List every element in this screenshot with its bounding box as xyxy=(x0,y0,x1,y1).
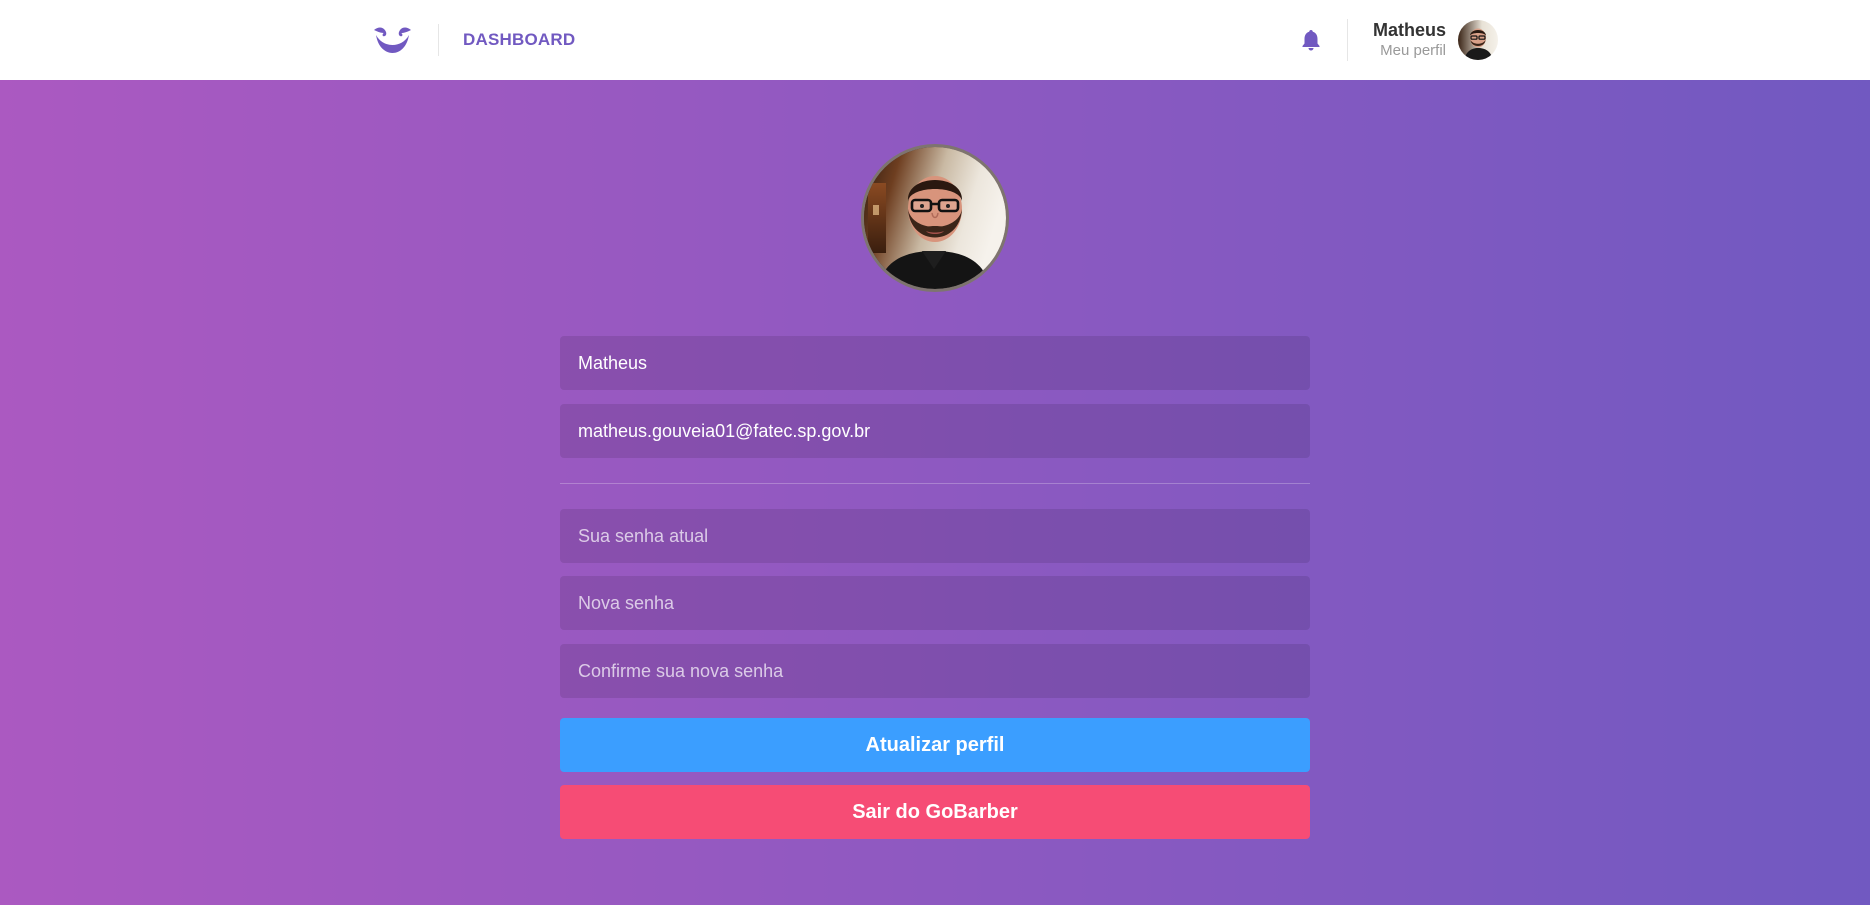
my-profile-link[interactable]: Meu perfil xyxy=(1373,41,1446,61)
profile-avatar-image xyxy=(864,147,1006,289)
update-profile-button[interactable]: Atualizar perfil xyxy=(560,718,1310,772)
profile-name: Matheus xyxy=(1372,20,1446,40)
header-avatar[interactable] xyxy=(1458,20,1498,60)
header-right-nav: Matheus Meu perfil xyxy=(1301,19,1498,61)
nav-divider xyxy=(438,24,439,56)
current-password-input[interactable] xyxy=(560,509,1310,563)
form-separator xyxy=(560,483,1310,484)
logout-button[interactable]: Sair do GoBarber xyxy=(560,785,1310,839)
profile-avatar-upload[interactable] xyxy=(861,144,1009,292)
bell-icon[interactable] xyxy=(1301,29,1321,51)
header-profile[interactable]: Matheus Meu perfil xyxy=(1373,19,1498,61)
header-container: DASHBOARD Matheus Meu perfil xyxy=(372,0,1498,80)
top-header: DASHBOARD Matheus Meu perfil xyxy=(0,0,1870,80)
dashboard-link[interactable]: DASHBOARD xyxy=(463,30,575,50)
confirm-password-input[interactable] xyxy=(560,644,1310,698)
header-left-nav: DASHBOARD xyxy=(372,24,575,56)
profile-page: Atualizar perfil Sair do GoBarber xyxy=(0,80,1870,905)
new-password-input[interactable] xyxy=(560,576,1310,630)
gobarber-mustache-logo-icon[interactable] xyxy=(372,24,413,56)
profile-divider xyxy=(1346,19,1348,61)
email-input[interactable] xyxy=(560,404,1310,458)
name-input[interactable] xyxy=(560,336,1310,390)
profile-text: Matheus Meu perfil xyxy=(1373,19,1446,61)
